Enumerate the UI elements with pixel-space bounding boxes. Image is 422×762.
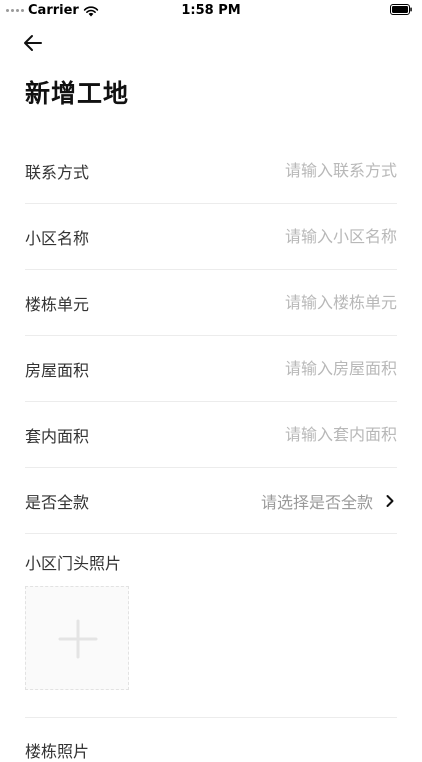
upload-photo-button[interactable] [25, 586, 129, 690]
chevron-right-icon [386, 494, 394, 507]
inner-area-input[interactable] [227, 425, 397, 444]
photo-label-building: 楼栋照片 [25, 742, 90, 761]
back-arrow-icon[interactable] [22, 32, 44, 54]
full-payment-label: 是否全款 [25, 492, 90, 512]
battery-icon [390, 4, 412, 15]
contact-input[interactable] [227, 161, 397, 180]
form-row-building: 楼栋单元 [25, 270, 397, 336]
status-bar: Carrier 1:58 PM [0, 0, 422, 22]
building-label: 楼栋单元 [25, 294, 90, 314]
area-label: 房屋面积 [25, 360, 90, 380]
photo-label-community-gate: 小区门头照片 [25, 554, 122, 573]
building-input[interactable] [227, 293, 397, 312]
site-form: 联系方式 小区名称 楼栋单元 房屋面积 套内面积 是否全款 请选择是否全款 [25, 138, 397, 534]
community-label: 小区名称 [25, 228, 90, 248]
contact-label: 联系方式 [25, 162, 90, 182]
community-input[interactable] [227, 227, 397, 246]
status-time: 1:58 PM [181, 3, 241, 18]
form-row-community: 小区名称 [25, 204, 397, 270]
inner-area-label: 套内面积 [25, 426, 90, 446]
form-row-contact: 联系方式 [25, 138, 397, 204]
full-payment-placeholder: 请选择是否全款 [260, 492, 373, 512]
form-row-area: 房屋面积 [25, 336, 397, 402]
area-input[interactable] [227, 359, 397, 378]
plus-icon [58, 619, 98, 659]
full-payment-select[interactable]: 请选择是否全款 [261, 489, 397, 513]
form-row-full-payment[interactable]: 是否全款 请选择是否全款 [25, 468, 397, 534]
page-title: 新增工地 [25, 79, 130, 108]
photo-section-community-gate: 小区门头照片 [25, 528, 397, 718]
form-row-inner-area: 套内面积 [25, 402, 397, 468]
